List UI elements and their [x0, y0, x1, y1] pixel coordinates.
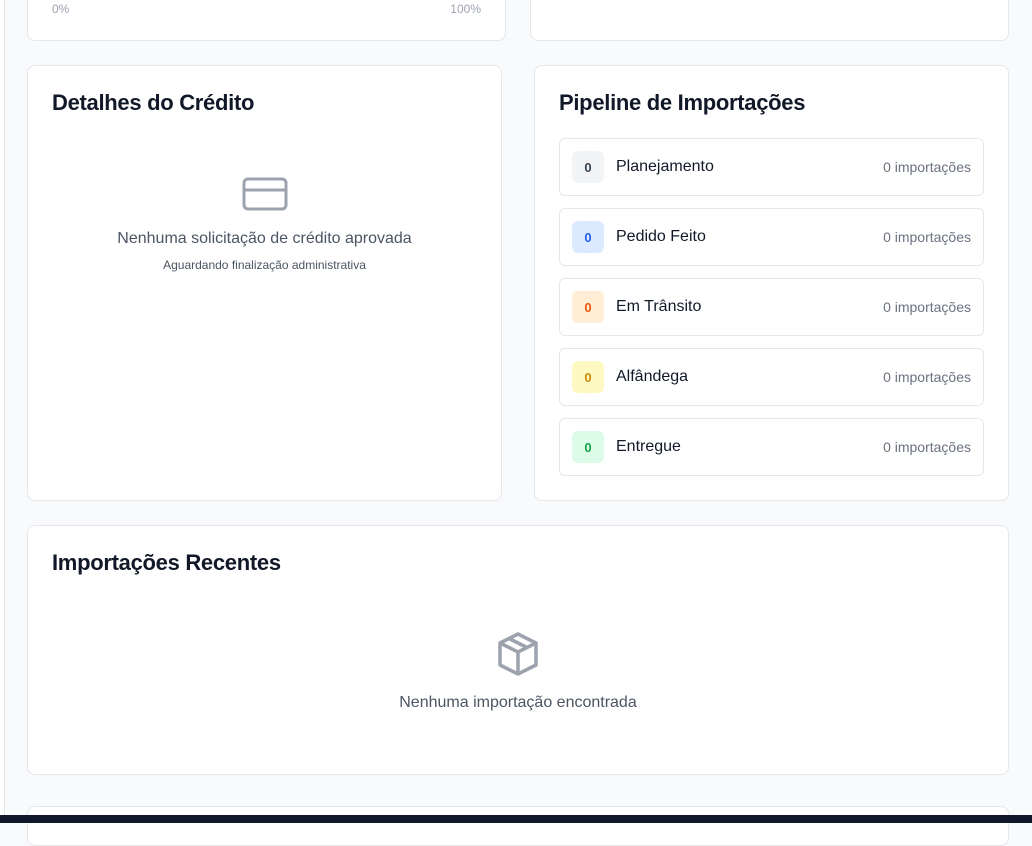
- top-right-card: [530, 0, 1009, 41]
- next-card: [27, 806, 1009, 846]
- stage-import-count: 0 importações: [883, 159, 971, 175]
- stage-label: Planejamento: [616, 158, 714, 175]
- stage-count-badge: 0: [572, 431, 604, 463]
- stage-import-count: 0 importações: [883, 229, 971, 245]
- recent-empty-message: Nenhuma importação encontrada: [399, 694, 637, 711]
- progress-min-label: 0%: [52, 2, 70, 16]
- pipeline-stage-pedido-feito[interactable]: 0 Pedido Feito 0 importações: [559, 208, 984, 266]
- import-pipeline-card: Pipeline de Importações 0 Planejamento 0…: [534, 65, 1009, 501]
- stage-label: Pedido Feito: [616, 228, 706, 245]
- pipeline-stage-planejamento[interactable]: 0 Planejamento 0 importações: [559, 138, 984, 196]
- credit-empty-state: Nenhuma solicitação de crédito aprovada …: [28, 176, 501, 272]
- credit-details-card: Detalhes do Crédito Nenhuma solicitação …: [27, 65, 502, 501]
- credit-card-icon: [242, 177, 287, 211]
- pipeline-stage-list: 0 Planejamento 0 importações 0 Pedido Fe…: [559, 138, 984, 488]
- stage-import-count: 0 importações: [883, 369, 971, 385]
- stage-count-badge: 0: [572, 291, 604, 323]
- pipeline-stage-entregue[interactable]: 0 Entregue 0 importações: [559, 418, 984, 476]
- stage-count-badge: 0: [572, 221, 604, 253]
- stage-import-count: 0 importações: [883, 299, 971, 315]
- stage-label: Entregue: [616, 438, 681, 455]
- recent-empty-state: Nenhuma importação encontrada: [28, 630, 1008, 712]
- credit-details-title: Detalhes do Crédito: [52, 90, 255, 115]
- stage-count-badge: 0: [572, 361, 604, 393]
- progress-card: 0% 100%: [27, 0, 506, 41]
- bottom-bar: [0, 815, 1032, 823]
- recent-imports-title: Importações Recentes: [52, 550, 281, 575]
- credit-empty-message: Nenhuma solicitação de crédito aprovada: [117, 230, 412, 247]
- credit-empty-submessage: Aguardando finalização administrativa: [163, 258, 366, 272]
- recent-imports-card: Importações Recentes Nenhuma importação …: [27, 525, 1009, 775]
- sidebar-edge: [0, 0, 5, 823]
- stage-import-count: 0 importações: [883, 439, 971, 455]
- stage-label: Em Trânsito: [616, 298, 702, 315]
- stage-label: Alfândega: [616, 368, 689, 385]
- progress-max-label: 100%: [450, 2, 481, 16]
- pipeline-stage-alfandega[interactable]: 0 Alfândega 0 importações: [559, 348, 984, 406]
- pipeline-stage-em-transito[interactable]: 0 Em Trânsito 0 importações: [559, 278, 984, 336]
- stage-count-badge: 0: [572, 151, 604, 183]
- pipeline-title: Pipeline de Importações: [559, 90, 806, 115]
- package-icon: [498, 632, 538, 676]
